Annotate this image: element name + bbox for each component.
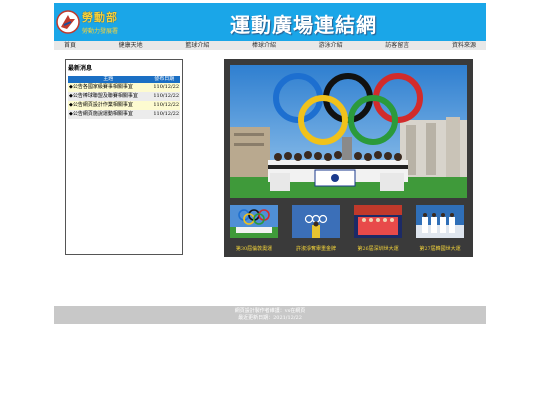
news-row-date: 110/12/22 [148,83,180,92]
london-2012-thumb [292,205,340,238]
nav-swimming[interactable]: 游泳介紹 [309,41,353,50]
thumb-caption: 第26屆深圳世大運 [357,246,399,252]
news-table-header: 主題 發布日期 [68,76,180,83]
news-row[interactable]: ◆公告各國家級賽事相關事宜 110/12/22 [68,83,180,92]
thumb-caption: 許淑淨奪舉重金牌 [295,246,336,252]
nav-home[interactable]: 首頁 [54,41,86,50]
news-row[interactable]: ◆公告網頁設計作業相關事宜 110/12/22 [68,101,180,110]
labor-emblem-icon [56,10,80,34]
news-row-subject[interactable]: ◆公告網頁施說運動相關事宜 [68,110,149,119]
olympic-rings-group-photo[interactable] [230,65,467,198]
logo-text: 勞動部 [82,11,118,24]
footer-updated: 最近更新日期：2021/12/22 [238,315,302,321]
nav-basketball[interactable]: 籃球介紹 [175,41,219,50]
thumb-caption: 第30屆倫敦奧運 [235,246,273,252]
nav-guestbook[interactable]: 訪客留言 [375,41,419,50]
universiade-athletes-thumb [416,205,464,238]
news-row-date: 110/12/22 [148,101,180,110]
news-row[interactable]: ◆公告棒球聯盟及聯賽相關事宜 110/12/22 [68,92,180,101]
news-row-date: 110/12/22 [148,92,180,101]
thumb-korea-universiade[interactable]: 第27屆韓國世大運 [416,205,464,252]
news-row-subject[interactable]: ◆公告各國家級賽事相關事宜 [68,83,149,92]
site-header: 勞動部 勞動力發展署 運動廣場連結網 [54,3,486,41]
photo-gallery: 第30屆倫敦奧運 許淑淨奪舉重金牌 第26屆深圳世大運 第27屆韓國世大運 [224,59,473,257]
thumb-caption: 第27屆韓國世大運 [419,246,461,252]
footer-designer: 網頁設計製作者維護：vs在網頁 [234,308,306,314]
thumb-london-olympics[interactable]: 第30屆倫敦奧運 [230,205,278,252]
nav-sources[interactable]: 資料來源 [442,41,486,50]
olympic-rings-thumb [230,205,278,238]
main-nav: 首頁 健康天地 籃球介紹 棒球介紹 游泳介紹 訪客留言 資料來源 [54,41,486,50]
news-row[interactable]: ◆公告網頁施說運動相關事宜 110/12/22 [68,110,180,119]
news-col-date: 發布日期 [148,76,180,83]
site-title: 運動廣場連結網 [230,13,377,37]
universiade-team-thumb [354,205,402,238]
news-col-subject: 主題 [68,76,149,83]
ministry-logo[interactable]: 勞動部 勞動力發展署 [56,7,130,39]
news-row-date: 110/12/22 [148,110,180,119]
news-row-subject[interactable]: ◆公告網頁設計作業相關事宜 [68,101,149,110]
logo-subtitle: 勞動力發展署 [82,28,119,35]
news-panel: 最新消息 主題 發布日期 ◆公告各國家級賽事相關事宜 110/12/22 ◆公告… [65,59,183,255]
nav-health[interactable]: 健康天地 [109,41,153,50]
site-footer: 網頁設計製作者維護：vs在網頁 最近更新日期：2021/12/22 [54,306,486,324]
nav-baseball[interactable]: 棒球介紹 [242,41,286,50]
news-table: 主題 發布日期 ◆公告各國家級賽事相關事宜 110/12/22 ◆公告棒球聯盟及… [68,76,180,119]
thumb-weightlifting[interactable]: 許淑淨奪舉重金牌 [292,205,340,252]
thumb-shenzhen-universiade[interactable]: 第26屆深圳世大運 [354,205,402,252]
news-panel-title: 最新消息 [68,65,93,72]
news-row-subject[interactable]: ◆公告棒球聯盟及聯賽相關事宜 [68,92,149,101]
page-wrapper: 勞動部 勞動力發展署 運動廣場連結網 首頁 健康天地 籃球介紹 棒球介紹 游泳介… [54,3,486,257]
